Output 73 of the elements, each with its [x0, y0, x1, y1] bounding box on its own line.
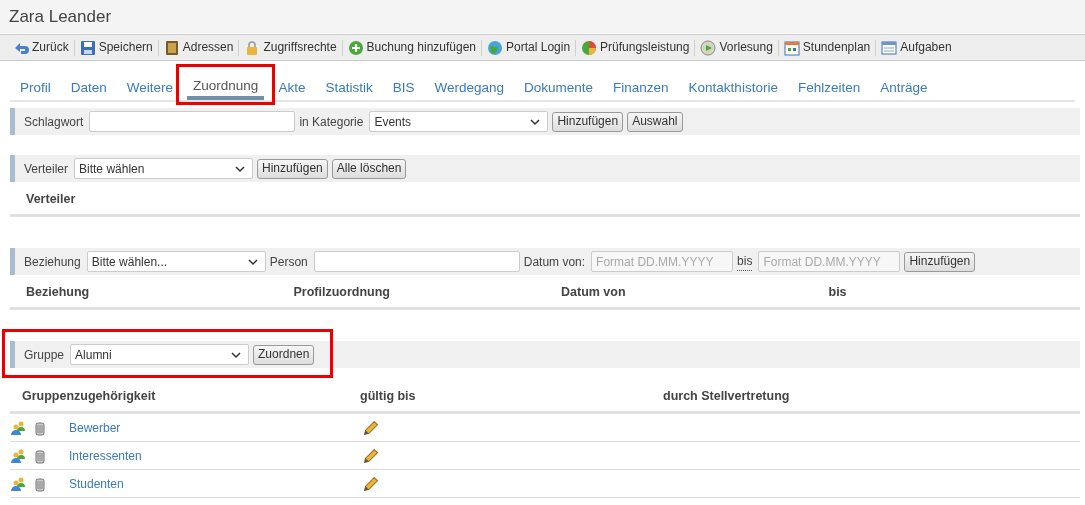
column-header: Verteiler [25, 190, 77, 208]
column-header: Datum von [560, 283, 627, 301]
field-label: Gruppe [24, 346, 65, 364]
book-icon [163, 39, 180, 56]
plus-icon [347, 39, 364, 56]
tab[interactable]: Dokumente [518, 71, 600, 100]
input-field[interactable] [313, 251, 520, 272]
column-header: durch Stellvertretung [662, 387, 791, 405]
input-field[interactable]: Format DD.MM.YYYY [758, 251, 901, 272]
toolbar-button[interactable]: Zurück [8, 39, 75, 56]
field-label: Person [269, 253, 308, 271]
people-icon [10, 419, 26, 436]
tab[interactable]: Daten [64, 71, 113, 100]
tab[interactable]: Statistik [319, 71, 379, 100]
tab[interactable]: BIS [386, 71, 421, 100]
column-header: Gruppenzugehörigkeit [21, 387, 157, 405]
pie-chart-icon [581, 39, 598, 56]
dropdown[interactable]: Bitte wählen... [86, 251, 266, 272]
tab[interactable]: Weitere [120, 71, 180, 100]
toolbar-button[interactable]: Speichern [74, 39, 159, 56]
toolbar-button[interactable]: Aufgaben [876, 39, 957, 56]
input-field[interactable]: Format DD.MM.YYYY [591, 251, 734, 272]
globe-icon [487, 39, 504, 56]
link[interactable]: Studenten [69, 474, 124, 493]
tab[interactable]: Profil [14, 71, 57, 100]
input-field[interactable] [89, 111, 296, 132]
toolbar-button[interactable]: Buchung hinzufügen [342, 39, 483, 56]
column-header: Beziehung [25, 283, 91, 301]
tab[interactable]: Zuordnung [187, 71, 265, 100]
trash-icon [32, 447, 48, 464]
button[interactable]: Auswahl [627, 111, 683, 132]
pencil-icon [364, 477, 378, 492]
calendar-icon [783, 39, 800, 56]
field-label: bis [737, 252, 753, 271]
people-icon [10, 475, 26, 492]
field-label: Datum von: [523, 253, 586, 271]
link[interactable]: Interessenten [69, 446, 142, 465]
button[interactable]: Hinzufügen [904, 251, 976, 272]
trash-icon [32, 475, 48, 492]
play-icon [700, 39, 717, 56]
tab[interactable]: Akte [272, 71, 312, 100]
button[interactable]: Zuordnen [253, 344, 315, 365]
people-icon [10, 447, 26, 464]
field-label: in Kategorie [299, 113, 364, 131]
tab[interactable]: Anträge [874, 71, 934, 100]
pencil-icon [364, 449, 378, 464]
tab[interactable]: Werdegang [428, 71, 510, 100]
link[interactable]: Bewerber [69, 418, 121, 437]
button[interactable]: Alle löschen [331, 158, 407, 179]
toolbar-button[interactable]: Vorlesung [695, 39, 779, 56]
trash-icon [32, 419, 48, 436]
list-icon [881, 39, 898, 56]
button[interactable]: Hinzufügen [257, 158, 328, 179]
toolbar-button[interactable]: Portal Login [482, 39, 577, 56]
pencil-icon [364, 421, 378, 436]
button[interactable]: Hinzufügen [552, 111, 624, 132]
toolbar-button[interactable]: Zugriffsrechte [239, 39, 343, 56]
field-label: Beziehung [24, 253, 81, 271]
dropdown[interactable]: Bitte wählen [74, 158, 254, 179]
field-label: Schlagwort [24, 113, 84, 131]
toolbar-button[interactable]: Stundenplan [778, 39, 877, 56]
column-header: gültig bis [359, 387, 417, 405]
tab[interactable]: Finanzen [607, 71, 675, 100]
dropdown[interactable]: Events [369, 111, 549, 132]
column-header: Profilzuordnung [292, 283, 391, 301]
column-header: bis [827, 283, 848, 301]
tab[interactable]: Kontakthistorie [682, 71, 784, 100]
tab[interactable]: Fehlzeiten [791, 71, 867, 100]
toolbar-button[interactable]: Prüfungsleistung [576, 39, 696, 56]
field-label: Verteiler [24, 160, 69, 178]
window-title: Zara Leander [0, 0, 1085, 33]
toolbar-button[interactable]: Adressen [158, 39, 240, 56]
dropdown[interactable]: Alumni [70, 344, 250, 365]
